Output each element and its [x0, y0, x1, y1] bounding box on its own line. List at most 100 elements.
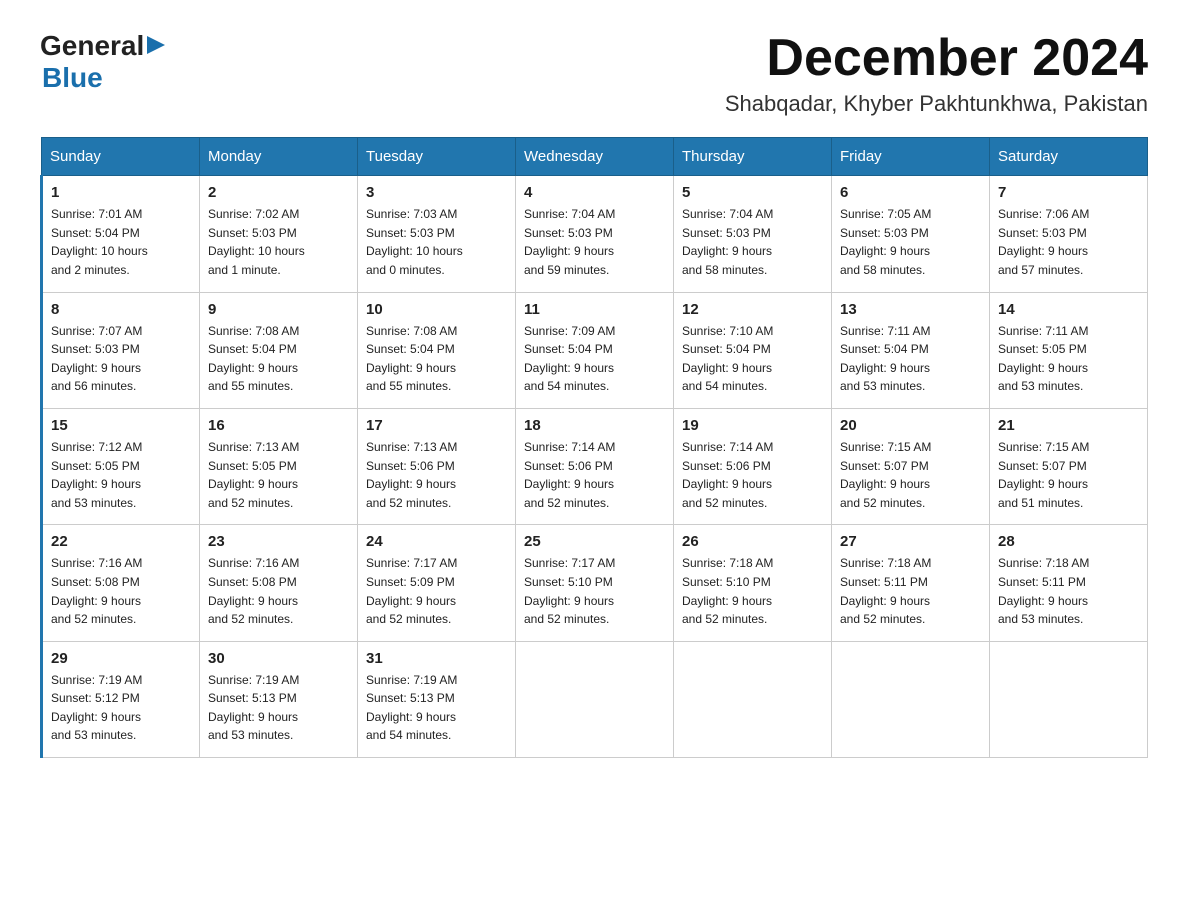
- day-info: Sunrise: 7:14 AMSunset: 5:06 PMDaylight:…: [682, 440, 773, 510]
- day-number: 28: [998, 533, 1139, 550]
- month-title: December 2024: [725, 30, 1148, 87]
- calendar-cell: 9 Sunrise: 7:08 AMSunset: 5:04 PMDayligh…: [200, 292, 358, 408]
- day-number: 20: [840, 417, 981, 434]
- day-info: Sunrise: 7:18 AMSunset: 5:11 PMDaylight:…: [998, 556, 1089, 626]
- day-number: 14: [998, 301, 1139, 318]
- calendar-cell: 18 Sunrise: 7:14 AMSunset: 5:06 PMDaylig…: [516, 408, 674, 524]
- col-thursday: Thursday: [674, 138, 832, 176]
- calendar-cell: [674, 641, 832, 757]
- day-number: 27: [840, 533, 981, 550]
- calendar-cell: 27 Sunrise: 7:18 AMSunset: 5:11 PMDaylig…: [832, 525, 990, 641]
- day-number: 15: [51, 417, 191, 434]
- day-info: Sunrise: 7:19 AMSunset: 5:12 PMDaylight:…: [51, 673, 142, 743]
- col-sunday: Sunday: [42, 138, 200, 176]
- day-info: Sunrise: 7:15 AMSunset: 5:07 PMDaylight:…: [840, 440, 931, 510]
- day-number: 10: [366, 301, 507, 318]
- location-title: Shabqadar, Khyber Pakhtunkhwa, Pakistan: [725, 91, 1148, 117]
- logo: General Blue: [40, 30, 165, 94]
- day-number: 24: [366, 533, 507, 550]
- day-info: Sunrise: 7:13 AMSunset: 5:05 PMDaylight:…: [208, 440, 299, 510]
- calendar-cell: 29 Sunrise: 7:19 AMSunset: 5:12 PMDaylig…: [42, 641, 200, 757]
- day-number: 17: [366, 417, 507, 434]
- day-number: 6: [840, 184, 981, 201]
- day-info: Sunrise: 7:07 AMSunset: 5:03 PMDaylight:…: [51, 324, 142, 394]
- day-number: 23: [208, 533, 349, 550]
- day-info: Sunrise: 7:19 AMSunset: 5:13 PMDaylight:…: [208, 673, 299, 743]
- day-number: 9: [208, 301, 349, 318]
- day-number: 22: [51, 533, 191, 550]
- calendar-cell: 22 Sunrise: 7:16 AMSunset: 5:08 PMDaylig…: [42, 525, 200, 641]
- calendar-cell: 31 Sunrise: 7:19 AMSunset: 5:13 PMDaylig…: [358, 641, 516, 757]
- day-info: Sunrise: 7:03 AMSunset: 5:03 PMDaylight:…: [366, 207, 463, 277]
- calendar-cell: 25 Sunrise: 7:17 AMSunset: 5:10 PMDaylig…: [516, 525, 674, 641]
- day-info: Sunrise: 7:11 AMSunset: 5:04 PMDaylight:…: [840, 324, 931, 394]
- day-number: 2: [208, 184, 349, 201]
- day-info: Sunrise: 7:02 AMSunset: 5:03 PMDaylight:…: [208, 207, 305, 277]
- logo-blue-text: Blue: [42, 62, 103, 93]
- calendar-cell: 3 Sunrise: 7:03 AMSunset: 5:03 PMDayligh…: [358, 176, 516, 292]
- calendar-week-row: 8 Sunrise: 7:07 AMSunset: 5:03 PMDayligh…: [42, 292, 1148, 408]
- day-number: 3: [366, 184, 507, 201]
- calendar-cell: 5 Sunrise: 7:04 AMSunset: 5:03 PMDayligh…: [674, 176, 832, 292]
- calendar-cell: 23 Sunrise: 7:16 AMSunset: 5:08 PMDaylig…: [200, 525, 358, 641]
- day-number: 30: [208, 650, 349, 667]
- calendar-cell: 24 Sunrise: 7:17 AMSunset: 5:09 PMDaylig…: [358, 525, 516, 641]
- day-info: Sunrise: 7:16 AMSunset: 5:08 PMDaylight:…: [51, 556, 142, 626]
- day-number: 16: [208, 417, 349, 434]
- calendar-cell: 12 Sunrise: 7:10 AMSunset: 5:04 PMDaylig…: [674, 292, 832, 408]
- calendar-cell: 16 Sunrise: 7:13 AMSunset: 5:05 PMDaylig…: [200, 408, 358, 524]
- day-info: Sunrise: 7:08 AMSunset: 5:04 PMDaylight:…: [208, 324, 299, 394]
- day-info: Sunrise: 7:17 AMSunset: 5:09 PMDaylight:…: [366, 556, 457, 626]
- day-number: 12: [682, 301, 823, 318]
- calendar-cell: [516, 641, 674, 757]
- day-info: Sunrise: 7:09 AMSunset: 5:04 PMDaylight:…: [524, 324, 615, 394]
- day-number: 26: [682, 533, 823, 550]
- day-number: 5: [682, 184, 823, 201]
- calendar-cell: [832, 641, 990, 757]
- day-number: 19: [682, 417, 823, 434]
- calendar-cell: 17 Sunrise: 7:13 AMSunset: 5:06 PMDaylig…: [358, 408, 516, 524]
- day-number: 8: [51, 301, 191, 318]
- calendar-header-row: Sunday Monday Tuesday Wednesday Thursday…: [42, 138, 1148, 176]
- col-monday: Monday: [200, 138, 358, 176]
- day-info: Sunrise: 7:18 AMSunset: 5:10 PMDaylight:…: [682, 556, 773, 626]
- calendar-cell: 8 Sunrise: 7:07 AMSunset: 5:03 PMDayligh…: [42, 292, 200, 408]
- day-info: Sunrise: 7:06 AMSunset: 5:03 PMDaylight:…: [998, 207, 1089, 277]
- day-info: Sunrise: 7:04 AMSunset: 5:03 PMDaylight:…: [524, 207, 615, 277]
- day-number: 1: [51, 184, 191, 201]
- calendar-cell: 4 Sunrise: 7:04 AMSunset: 5:03 PMDayligh…: [516, 176, 674, 292]
- page-header: General Blue December 2024 Shabqadar, Kh…: [40, 30, 1148, 117]
- title-section: December 2024 Shabqadar, Khyber Pakhtunk…: [725, 30, 1148, 117]
- calendar-cell: 7 Sunrise: 7:06 AMSunset: 5:03 PMDayligh…: [990, 176, 1148, 292]
- day-info: Sunrise: 7:04 AMSunset: 5:03 PMDaylight:…: [682, 207, 773, 277]
- calendar-cell: 21 Sunrise: 7:15 AMSunset: 5:07 PMDaylig…: [990, 408, 1148, 524]
- day-info: Sunrise: 7:10 AMSunset: 5:04 PMDaylight:…: [682, 324, 773, 394]
- day-info: Sunrise: 7:11 AMSunset: 5:05 PMDaylight:…: [998, 324, 1089, 394]
- calendar-table: Sunday Monday Tuesday Wednesday Thursday…: [40, 137, 1148, 758]
- calendar-week-row: 1 Sunrise: 7:01 AMSunset: 5:04 PMDayligh…: [42, 176, 1148, 292]
- day-info: Sunrise: 7:13 AMSunset: 5:06 PMDaylight:…: [366, 440, 457, 510]
- day-info: Sunrise: 7:12 AMSunset: 5:05 PMDaylight:…: [51, 440, 142, 510]
- calendar-cell: 10 Sunrise: 7:08 AMSunset: 5:04 PMDaylig…: [358, 292, 516, 408]
- logo-general-text: General: [40, 30, 144, 62]
- day-info: Sunrise: 7:17 AMSunset: 5:10 PMDaylight:…: [524, 556, 615, 626]
- calendar-cell: [990, 641, 1148, 757]
- day-number: 29: [51, 650, 191, 667]
- logo-arrow-icon: [147, 36, 165, 59]
- calendar-week-row: 29 Sunrise: 7:19 AMSunset: 5:12 PMDaylig…: [42, 641, 1148, 757]
- day-number: 21: [998, 417, 1139, 434]
- calendar-cell: 11 Sunrise: 7:09 AMSunset: 5:04 PMDaylig…: [516, 292, 674, 408]
- day-info: Sunrise: 7:18 AMSunset: 5:11 PMDaylight:…: [840, 556, 931, 626]
- calendar-cell: 6 Sunrise: 7:05 AMSunset: 5:03 PMDayligh…: [832, 176, 990, 292]
- calendar-cell: 26 Sunrise: 7:18 AMSunset: 5:10 PMDaylig…: [674, 525, 832, 641]
- col-saturday: Saturday: [990, 138, 1148, 176]
- day-info: Sunrise: 7:19 AMSunset: 5:13 PMDaylight:…: [366, 673, 457, 743]
- day-number: 31: [366, 650, 507, 667]
- day-number: 11: [524, 301, 665, 318]
- calendar-cell: 30 Sunrise: 7:19 AMSunset: 5:13 PMDaylig…: [200, 641, 358, 757]
- calendar-cell: 13 Sunrise: 7:11 AMSunset: 5:04 PMDaylig…: [832, 292, 990, 408]
- day-number: 13: [840, 301, 981, 318]
- col-tuesday: Tuesday: [358, 138, 516, 176]
- day-number: 18: [524, 417, 665, 434]
- col-friday: Friday: [832, 138, 990, 176]
